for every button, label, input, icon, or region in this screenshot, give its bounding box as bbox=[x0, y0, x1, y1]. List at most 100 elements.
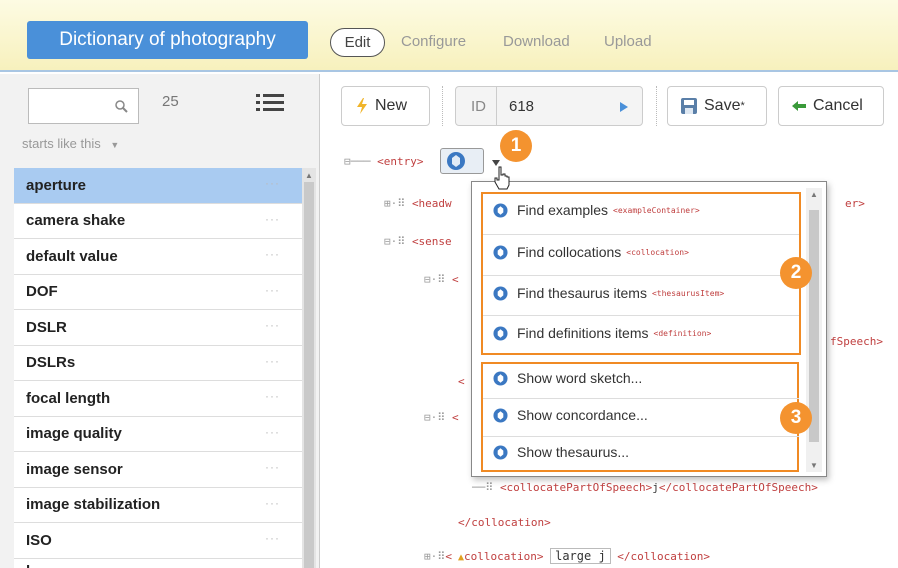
scrollbar-thumb[interactable] bbox=[809, 210, 819, 442]
list-item[interactable]: aperture ··· bbox=[14, 168, 302, 204]
menu-item-label: Show thesaurus... bbox=[517, 444, 630, 460]
collocation-close-tag: </collocation> bbox=[617, 550, 711, 563]
tree-node-collocation[interactable]: ⊟·⠿ < bbox=[424, 411, 459, 424]
list-item[interactable]: DSLRs ··· bbox=[14, 345, 302, 381]
id-divider bbox=[496, 86, 497, 126]
tree-node-headword[interactable]: ⊞·⠿ <headw bbox=[384, 197, 452, 210]
sense-tag: <sense bbox=[411, 235, 452, 248]
scroll-down-icon[interactable]: ▼ bbox=[810, 461, 818, 470]
id-field[interactable]: ID 618 bbox=[455, 86, 643, 126]
scroll-up-icon[interactable]: ▲ bbox=[305, 171, 313, 180]
list-item[interactable]: ISO ··· bbox=[14, 523, 302, 559]
find-thesaurus-item[interactable]: Find thesaurus items <thesaurusItem> bbox=[493, 285, 724, 301]
entry-label: DSLR bbox=[26, 318, 67, 336]
new-button[interactable]: New bbox=[341, 86, 430, 126]
cps-value[interactable]: j bbox=[652, 481, 659, 494]
show-word-sketch-item[interactable]: Show word sketch... bbox=[493, 370, 642, 386]
menu-divider bbox=[483, 275, 799, 276]
more-icon[interactable]: ··· bbox=[265, 354, 280, 368]
edit-tab[interactable]: Edit bbox=[330, 28, 385, 57]
sketch-engine-icon bbox=[493, 407, 508, 423]
tree-node-collocation[interactable]: ⊟·⠿ < bbox=[424, 273, 459, 286]
configure-tab[interactable]: Configure bbox=[401, 33, 466, 50]
collapse-icon[interactable]: ⊟·⠿ bbox=[424, 273, 452, 286]
cancel-button[interactable]: Cancel bbox=[778, 86, 884, 126]
cursor-icon bbox=[494, 166, 510, 190]
entry-list-scrollbar[interactable]: ▲ bbox=[302, 168, 316, 568]
list-icon[interactable] bbox=[256, 92, 284, 112]
tree-node-collocate-pos[interactable]: ──⠿ <collocatePartOfSpeech>j</collocateP… bbox=[472, 481, 818, 494]
search-input[interactable] bbox=[28, 88, 139, 124]
list-item[interactable]: camera shake ··· bbox=[14, 203, 302, 239]
more-icon[interactable]: ··· bbox=[265, 247, 280, 261]
tree-node-collocation-close: </collocation> bbox=[458, 516, 551, 529]
download-tab[interactable]: Download bbox=[503, 33, 570, 50]
more-icon[interactable]: ··· bbox=[265, 176, 280, 190]
entry-label: camera shake bbox=[26, 212, 126, 230]
save-icon bbox=[681, 98, 697, 114]
more-icon[interactable]: ··· bbox=[265, 425, 280, 439]
menu-scrollbar[interactable]: ▲ ▼ bbox=[806, 188, 822, 472]
sketch-engine-button[interactable] bbox=[440, 148, 484, 174]
more-icon[interactable]: ··· bbox=[265, 389, 280, 403]
entry-label: DOF bbox=[26, 283, 58, 301]
list-item[interactable]: default value ··· bbox=[14, 239, 302, 275]
show-thesaurus-item[interactable]: Show thesaurus... bbox=[493, 444, 629, 460]
tree-node-entry[interactable]: ⊟─── <entry> bbox=[344, 155, 423, 168]
toolbar-separator bbox=[442, 86, 443, 126]
scroll-up-icon[interactable]: ▲ bbox=[810, 190, 818, 199]
more-icon[interactable]: ··· bbox=[265, 531, 280, 545]
more-icon[interactable]: ··· bbox=[265, 212, 280, 226]
more-icon[interactable]: ··· bbox=[265, 460, 280, 474]
cancel-icon bbox=[792, 101, 806, 111]
tree-node-sense[interactable]: ⊟·⠿ <sense bbox=[384, 235, 452, 248]
menu-item-label: Find thesaurus items bbox=[517, 285, 647, 301]
list-item[interactable]: DOF ··· bbox=[14, 274, 302, 310]
save-button[interactable]: Save * bbox=[667, 86, 767, 126]
menu-divider bbox=[483, 234, 799, 235]
find-examples-item[interactable]: Find examples <exampleContainer> bbox=[493, 202, 700, 218]
menu-divider bbox=[483, 436, 799, 437]
list-item[interactable]: image stabilization ··· bbox=[14, 487, 302, 523]
entry-list: aperture ··· camera shake ··· default valu… bbox=[14, 168, 302, 568]
more-icon[interactable]: ··· bbox=[265, 496, 280, 510]
find-collocations-item[interactable]: Find collocations <collocation> bbox=[493, 244, 689, 260]
entry-label: image sensor bbox=[26, 460, 123, 478]
show-group: Show word sketch... Show concordance... … bbox=[481, 362, 799, 472]
sketch-engine-icon bbox=[493, 370, 508, 386]
entry-label: image stabilization bbox=[26, 496, 161, 514]
scrollbar-thumb[interactable] bbox=[304, 182, 314, 568]
app-title[interactable]: Dictionary of photography bbox=[27, 21, 308, 59]
find-definitions-item[interactable]: Find definitions items <definition> bbox=[493, 325, 711, 341]
menu-item-label: Find examples bbox=[517, 202, 609, 218]
expand-icon[interactable]: ⊞·⠿ bbox=[424, 550, 445, 563]
play-icon[interactable] bbox=[620, 102, 628, 112]
id-value: 618 bbox=[509, 97, 535, 115]
list-item[interactable]: DSLR ··· bbox=[14, 310, 302, 346]
more-icon[interactable]: ··· bbox=[265, 283, 280, 297]
list-item[interactable]: lens bbox=[14, 558, 302, 568]
list-item[interactable]: focal length ··· bbox=[14, 381, 302, 417]
show-concordance-item[interactable]: Show concordance... bbox=[493, 407, 648, 423]
save-button-label: Save bbox=[704, 97, 741, 114]
collocation-value[interactable]: large j bbox=[550, 548, 611, 564]
more-icon[interactable]: ··· bbox=[265, 318, 280, 332]
entry-label: lens bbox=[26, 563, 56, 568]
entry-count: 25 bbox=[162, 93, 179, 110]
cancel-button-label: Cancel bbox=[813, 97, 863, 114]
find-group: Find examples <exampleContainer> Find col… bbox=[481, 192, 801, 355]
menu-item-tag: <definition> bbox=[653, 328, 712, 338]
upload-tab[interactable]: Upload bbox=[604, 33, 652, 50]
collapse-icon[interactable]: ⊟─── bbox=[344, 155, 377, 168]
entry-label: image quality bbox=[26, 425, 122, 443]
menu-divider bbox=[483, 398, 799, 399]
list-item[interactable]: image sensor ··· bbox=[14, 452, 302, 488]
sketch-engine-icon bbox=[493, 285, 508, 301]
collapse-icon[interactable]: ⊟·⠿ bbox=[384, 235, 412, 248]
expand-icon[interactable]: ⊞·⠿ bbox=[384, 197, 412, 210]
tree-node-collocation[interactable]: ⊞·⠿< ▲collocation> large j </collocation… bbox=[424, 548, 711, 564]
list-item[interactable]: image quality ··· bbox=[14, 416, 302, 452]
tag-fragment: < bbox=[445, 550, 452, 563]
filter-dropdown[interactable]: starts like this ▼ bbox=[22, 136, 119, 151]
collapse-icon[interactable]: ⊟·⠿ bbox=[424, 411, 452, 424]
